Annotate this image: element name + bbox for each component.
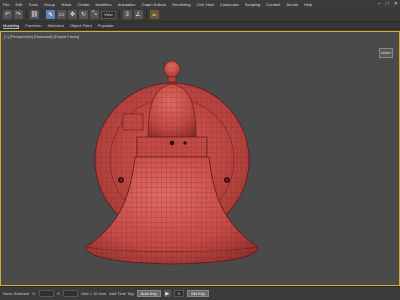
menu-file[interactable]: File (3, 2, 9, 7)
menu-graph-editors[interactable]: Graph Editors (141, 2, 166, 7)
main-toolbar: ↶ ↷ ⛓ ⬉ ▭ ✥ ↻ ⤡ View 3 ∠ ☕ (0, 8, 400, 22)
add-time-tag[interactable]: Add Time Tag (109, 291, 133, 296)
auto-key-button[interactable]: Auto Key (136, 290, 161, 297)
frame-field[interactable]: 0 (173, 290, 185, 297)
menu-tools[interactable]: Tools (28, 2, 37, 7)
snap-toggle-icon[interactable]: 3 (122, 10, 132, 19)
tab-populate[interactable]: Populate (98, 23, 114, 28)
menu-edit[interactable]: Edit (15, 2, 22, 7)
toolbar-divider (26, 9, 27, 20)
bell-model-render (1, 60, 399, 273)
menu-arnold[interactable]: Arnold (286, 2, 298, 7)
maximize-button[interactable]: □ (386, 1, 389, 7)
x-coord-field[interactable] (39, 290, 54, 297)
status-bar: None Selected X: Y: Grid = 10.0cm Add Ti… (0, 286, 400, 300)
tab-modeling[interactable]: Modeling (3, 23, 20, 29)
redo-icon[interactable]: ↷ (14, 10, 23, 19)
minimize-button[interactable]: – (378, 1, 381, 7)
ribbon-tabs: Modeling Freeform Selection Object Paint… (0, 22, 400, 30)
toolbar-divider (145, 9, 147, 20)
toolbar-divider (42, 9, 43, 20)
bell-collar (136, 136, 208, 158)
menu-animation[interactable]: Animation (118, 2, 136, 7)
menu-content[interactable]: Content (266, 2, 280, 7)
play-button[interactable]: ▶ (163, 290, 171, 297)
select-region-icon[interactable]: ▭ (57, 10, 66, 19)
menu-create[interactable]: Create (77, 2, 89, 7)
menu-group[interactable]: Group (44, 2, 55, 7)
menu-bar: File Edit Tools Group Views Create Modif… (0, 0, 400, 8)
undo-icon[interactable]: ↶ (3, 10, 12, 19)
max-window: File Edit Tools Group Views Create Modif… (0, 0, 400, 300)
move-icon[interactable]: ✥ (68, 10, 77, 19)
x-label: X: (32, 291, 37, 296)
menu-modifiers[interactable]: Modifiers (95, 2, 111, 7)
top-knob (163, 60, 181, 83)
y-coord-field[interactable] (63, 290, 78, 297)
scale-icon[interactable]: ⤡ (90, 10, 99, 19)
angle-snap-icon[interactable]: ∠ (133, 10, 143, 19)
grid-size: Grid = 10.0cm (80, 291, 107, 296)
menu-civil-view[interactable]: Civil View (197, 2, 214, 7)
reference-coord-dropdown[interactable]: View (101, 10, 116, 19)
link-icon[interactable]: ⛓ (30, 10, 39, 19)
menu-views[interactable]: Views (61, 2, 72, 7)
perspective-viewport[interactable]: [+] [Perspective] [Standard] [Edged Face… (0, 31, 400, 286)
render-teapot-icon[interactable]: ☕ (149, 10, 159, 19)
menu-help[interactable]: Help (304, 2, 312, 7)
tab-freeform[interactable]: Freeform (25, 23, 41, 28)
set-key-button[interactable]: Set Key (187, 290, 210, 297)
side-bracket (122, 113, 144, 131)
close-button[interactable]: ✕ (394, 1, 398, 7)
select-icon[interactable]: ⬉ (46, 10, 55, 19)
tab-object-paint[interactable]: Object Paint (70, 23, 92, 28)
selection-status: None Selected (3, 291, 30, 296)
menu-scripting[interactable]: Scripting (245, 2, 261, 7)
toolbar-divider (118, 9, 120, 20)
window-controls: – □ ✕ (378, 0, 398, 8)
menu-rendering[interactable]: Rendering (172, 2, 190, 7)
rotate-icon[interactable]: ↻ (79, 10, 88, 19)
tab-selection[interactable]: Selection (47, 23, 63, 28)
y-label: Y: (56, 291, 61, 296)
menu-customize[interactable]: Customize (220, 2, 239, 7)
